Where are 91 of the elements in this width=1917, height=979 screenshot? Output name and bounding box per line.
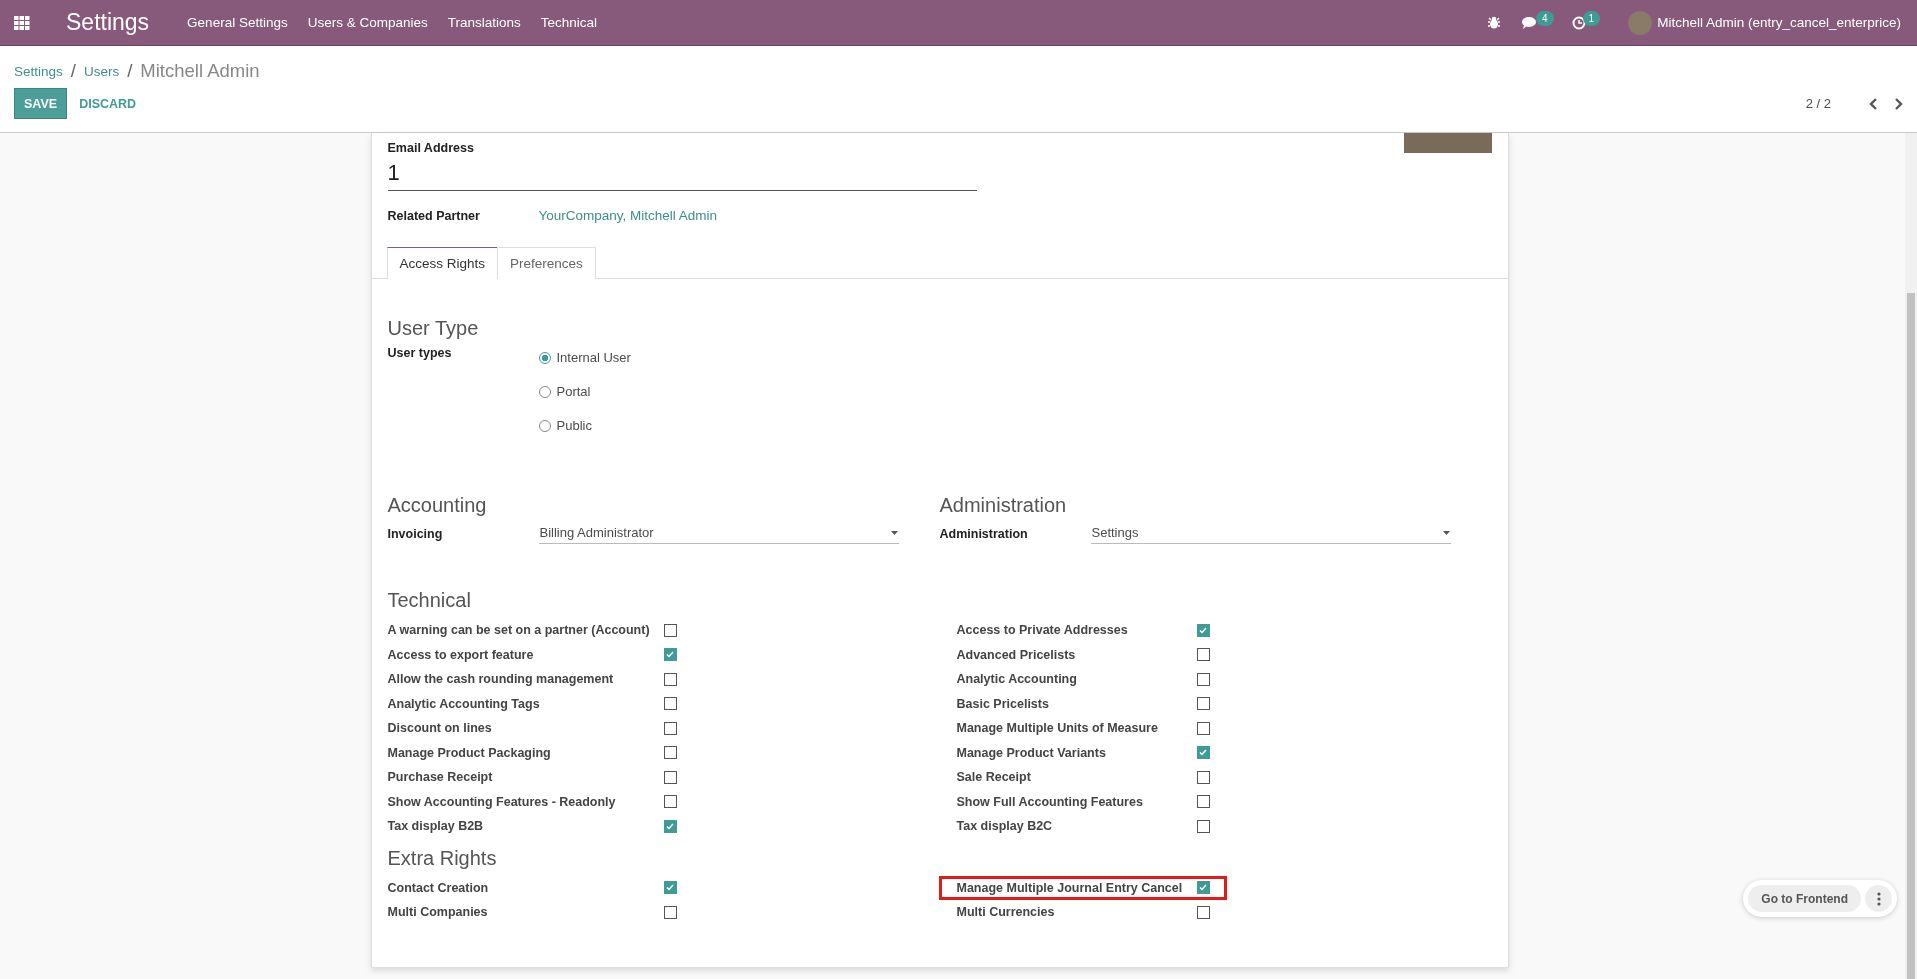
user-menu[interactable]: Mitchell Admin (entry_cancel_enterprice) — [1657, 15, 1901, 30]
checkbox[interactable] — [1196, 746, 1210, 760]
menu-item[interactable]: Translations — [447, 15, 521, 30]
section-heading: Extra Rights — [387, 846, 498, 870]
checkbox-label: Purchase Receipt — [387, 770, 494, 785]
bug-icon[interactable] — [1488, 16, 1500, 29]
email-input[interactable]: 1 — [387, 155, 977, 191]
save-button[interactable]: SAVE — [14, 88, 68, 119]
next-icon[interactable] — [1893, 97, 1903, 110]
checkbox-label: Tax display B2C — [956, 819, 1054, 834]
clock-icon[interactable] — [1571, 15, 1586, 30]
checkbox-label: Access to Private Addresses — [956, 623, 1129, 638]
field-label: Invoicing — [387, 526, 444, 541]
go-to-frontend-button[interactable]: Go to Frontend — [1748, 885, 1861, 912]
checkbox-label: Basic Pricelists — [956, 696, 1050, 711]
breadcrumb: Mitchell Admin — [140, 60, 260, 82]
checkbox[interactable] — [663, 770, 677, 784]
checkbox-label: A warning can be set on a partner (Account) — [387, 623, 651, 638]
checkbox[interactable] — [663, 881, 677, 895]
section-heading: Administration — [939, 494, 1068, 517]
select-field[interactable]: Settings — [1090, 523, 1451, 544]
section-heading: Accounting — [387, 494, 488, 517]
checkbox[interactable] — [663, 819, 677, 833]
section-heading: Technical — [387, 589, 472, 612]
checkbox-label: Manage Multiple Journal Entry Cancel — [956, 880, 1184, 895]
radio-label: Public — [556, 418, 592, 433]
checkbox[interactable] — [1196, 672, 1210, 686]
checkbox[interactable] — [1196, 697, 1210, 711]
chat-bubbles-icon[interactable] — [1522, 15, 1539, 30]
menu-item[interactable]: General Settings — [187, 15, 288, 30]
checkbox-label: Multi Currencies — [956, 905, 1056, 920]
radio-label: Portal — [556, 384, 591, 399]
checkbox[interactable] — [663, 746, 677, 760]
pager-value: 2 / 2 — [1805, 96, 1831, 111]
activity-count-badge: 1 — [1582, 11, 1601, 26]
radio-button[interactable] — [538, 351, 551, 364]
section-heading: User Type — [387, 317, 480, 340]
breadcrumb[interactable]: Settings — [14, 63, 63, 79]
discard-button[interactable]: DISCARD — [67, 96, 149, 111]
menu-item[interactable]: Users & Companies — [307, 15, 428, 30]
scrollbar[interactable] — [1905, 133, 1917, 979]
checkbox-label: Multi Companies — [387, 905, 489, 920]
vertical-dots-icon — [1876, 891, 1881, 906]
field-label: User types — [387, 346, 453, 360]
checkbox[interactable] — [1196, 881, 1210, 895]
breadcrumb[interactable]: Users — [83, 63, 120, 79]
checkbox-label: Analytic Accounting — [956, 672, 1078, 687]
checkbox[interactable] — [663, 672, 677, 686]
caret-icon — [1442, 530, 1450, 535]
previous-icon[interactable] — [1869, 97, 1879, 110]
checkbox-label: Discount on lines — [387, 721, 493, 736]
select-field[interactable]: Billing Administrator — [538, 523, 899, 544]
field-label: Email Address — [387, 141, 474, 155]
partner-link[interactable]: YourCompany, Mitchell Admin — [538, 208, 718, 223]
checkbox[interactable] — [1196, 905, 1210, 919]
checkbox-label: Allow the cash rounding management — [387, 672, 615, 687]
checkbox[interactable] — [1196, 770, 1210, 784]
checkbox[interactable] — [663, 623, 677, 637]
checkbox-label: Manage Multiple Units of Measure — [956, 721, 1159, 736]
checkbox-label: Manage Product Packaging — [387, 745, 552, 760]
checkbox[interactable] — [1196, 819, 1210, 833]
checkbox[interactable] — [1196, 795, 1210, 809]
apps-grid-icon[interactable] — [14, 15, 30, 30]
checkbox-label: Show Accounting Features - Readonly — [387, 794, 617, 809]
checkbox[interactable] — [663, 721, 677, 735]
app-title: Settings — [66, 9, 150, 36]
checkbox-label: Manage Product Variants — [956, 745, 1107, 760]
checkbox[interactable] — [663, 795, 677, 809]
checkbox-label: Advanced Pricelists — [956, 647, 1077, 662]
message-count-badge: 4 — [1536, 11, 1554, 26]
field-label: Related Partner — [387, 208, 481, 223]
caret-icon — [890, 530, 898, 535]
tab[interactable]: Access Rights — [386, 247, 499, 279]
checkbox[interactable] — [663, 648, 677, 662]
breadcrumb-separator: / — [70, 60, 76, 82]
checkbox-label: Show Full Accounting Features — [956, 794, 1144, 809]
checkbox[interactable] — [663, 697, 677, 711]
checkbox-label: Sale Receipt — [956, 770, 1032, 785]
tab[interactable]: Preferences — [497, 247, 596, 279]
radio-label: Internal User — [556, 350, 631, 365]
checkbox[interactable] — [1196, 648, 1210, 662]
breadcrumb-separator: / — [127, 60, 133, 82]
checkbox[interactable] — [1196, 721, 1210, 735]
checkbox-label: Analytic Accounting Tags — [387, 696, 541, 711]
checkbox-label: Access to export feature — [387, 647, 535, 662]
field-label: Administration — [939, 526, 1029, 541]
checkbox[interactable] — [663, 905, 677, 919]
checkbox-label: Contact Creation — [387, 880, 490, 895]
checkbox[interactable] — [1196, 623, 1210, 637]
checkbox-label: Tax display B2B — [387, 819, 485, 834]
menu-item[interactable]: Technical — [540, 15, 598, 30]
